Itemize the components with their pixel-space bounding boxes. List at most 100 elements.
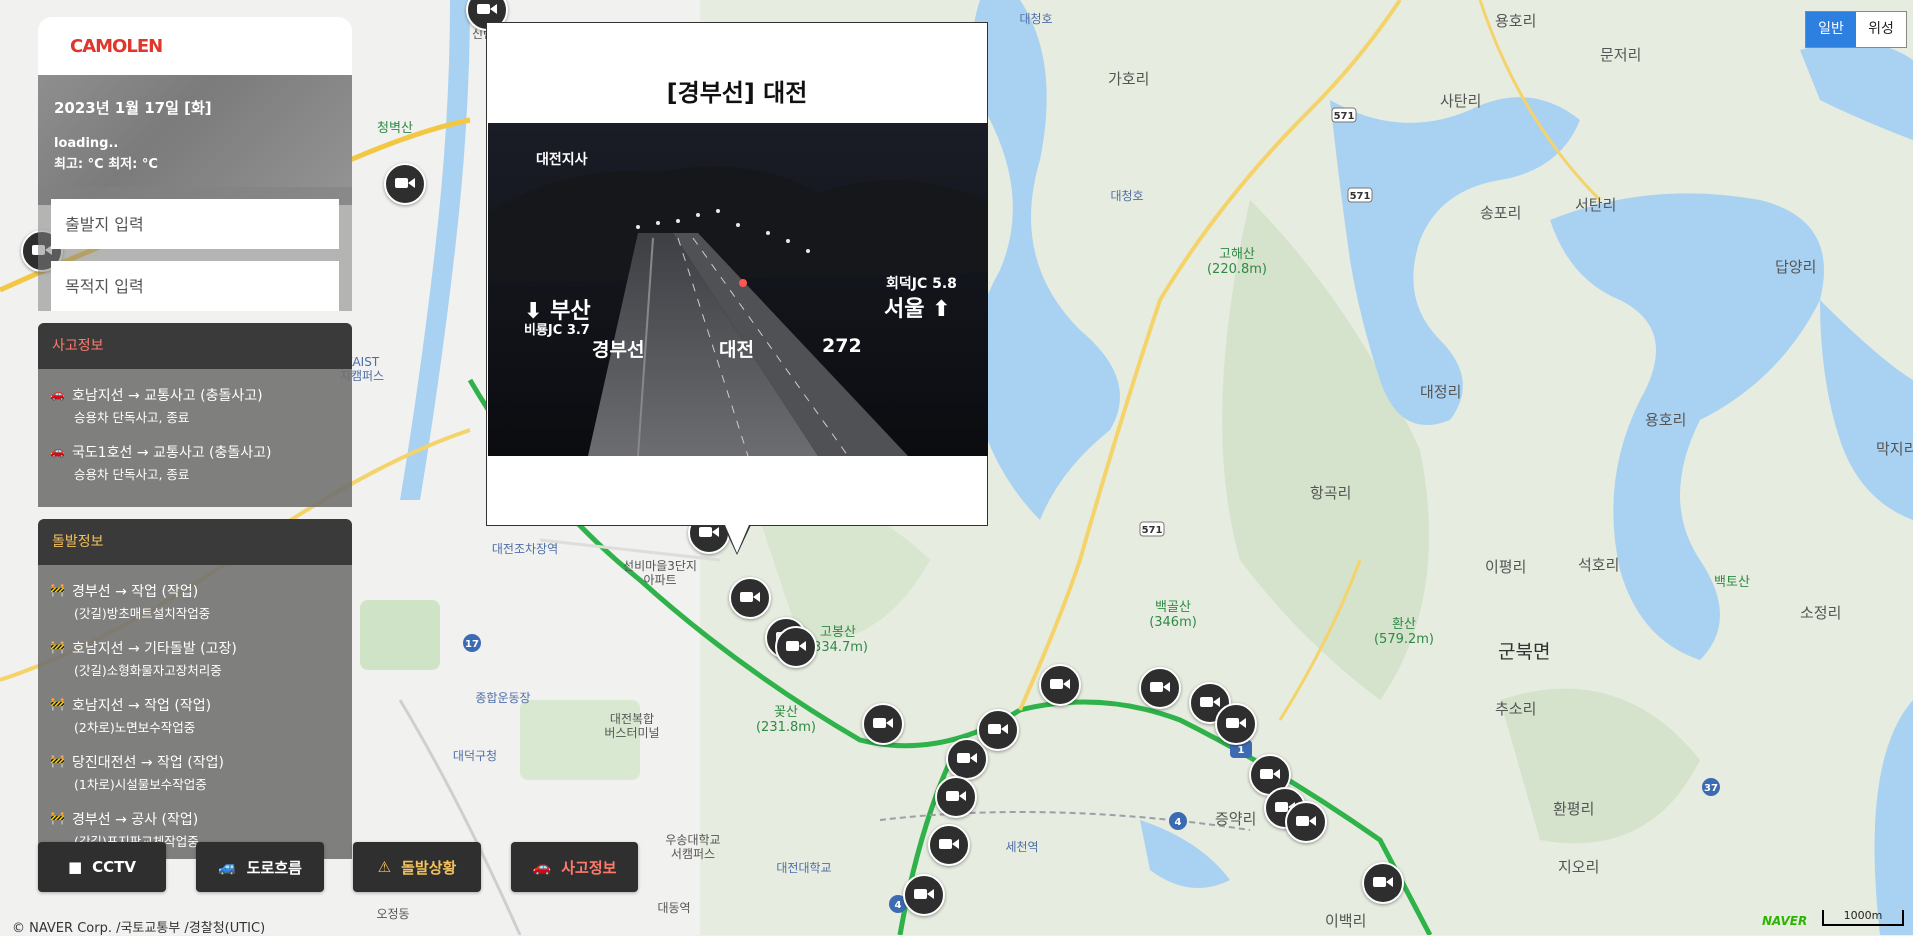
cctv-video-feed[interactable]: 대전지사 ⬇ 부산 비룡JC 3.7 회덕JC 5.8 서울 ⬆ 경부선 대전 … <box>488 123 988 456</box>
cctv-marker[interactable] <box>935 776 977 818</box>
cctv-overlay-branch: 대전지사 <box>536 152 588 168</box>
accident-panel-title: 사고정보 <box>38 323 352 369</box>
svg-text:17: 17 <box>465 639 479 650</box>
accident-item[interactable]: 🚗 호남지선 → 교통사고 (충돌사고) 승용차 단독사고, 종료 <box>50 385 342 426</box>
label-ojeong: 오정동 <box>376 907 409 921</box>
traffic-flow-button-label: 도로흐름 <box>246 858 302 877</box>
accident-item[interactable]: 🚗 국도1호선 → 교통사고 (충돌사고) 승용차 단독사고, 종료 <box>50 442 342 483</box>
label-gahori: 가호리 <box>1108 70 1149 88</box>
label-ibaekri: 이백리 <box>1325 912 1366 930</box>
cctv-overlay-road: 경부선 <box>592 339 645 361</box>
label-daedong: 대동역 <box>657 901 690 915</box>
cctv-marker[interactable] <box>862 703 904 745</box>
label-seokhori: 석호리 <box>1578 556 1619 574</box>
cctv-marker[interactable] <box>1215 703 1257 745</box>
cctv-marker[interactable] <box>1039 664 1081 706</box>
label-jeungyakri: 증약리 <box>1215 810 1256 828</box>
car-crash-icon: 🚗 <box>532 858 552 876</box>
label-seotanri: 서탄리 <box>1575 196 1616 214</box>
label-sejeon: 세천역 <box>1005 839 1038 854</box>
incident-item-title: 경부선 → 작업 (작업) <box>72 584 199 600</box>
weather-status: loading.. <box>54 136 119 151</box>
route-search <box>38 187 352 311</box>
label-songpori: 송포리 <box>1480 204 1521 222</box>
label-dapyangri: 답양리 <box>1775 258 1816 276</box>
cctv-marker[interactable] <box>903 874 945 916</box>
accident-panel: 사고정보 🚗 호남지선 → 교통사고 (충돌사고) 승용차 단독사고, 종료 🚗… <box>38 323 352 507</box>
label-jiori: 지오리 <box>1558 858 1599 876</box>
cctv-marker[interactable] <box>775 626 817 668</box>
label-sataeri: 사탄리 <box>1440 92 1481 110</box>
current-date: 2023년 1월 17일 [화] <box>54 99 212 117</box>
incident-item[interactable]: 🚧 호남지선 → 작업 (작업) (2차로)노면보수작업중 <box>50 695 342 736</box>
traffic-flow-button[interactable]: 🚙 도로흐름 <box>196 842 324 892</box>
car-icon: 🚙 <box>218 858 237 876</box>
accident-button[interactable]: 🚗 사고정보 <box>511 842 638 892</box>
label-usong: 우송대학교 서캠퍼스 <box>665 833 720 861</box>
incident-item-desc: (갓길)방초매트설치작업중 <box>74 606 211 621</box>
incident-panel[interactable]: 돌발정보 🚧 경부선 → 작업 (작업) (갓길)방초매트설치작업중 🚧 호남지… <box>38 519 352 859</box>
cctv-overlay-biryong: 비룡JC 3.7 <box>524 323 590 338</box>
map-scale: 1000m <box>1822 910 1904 926</box>
incident-panel-title: 돌발정보 <box>38 519 352 565</box>
map-type-toggle: 일반 위성 <box>1805 11 1907 48</box>
incident-item-desc: (1차로)시설물보수작업중 <box>74 777 207 792</box>
label-gunbukmyeon: 군북면 <box>1498 641 1550 663</box>
incident-item-title: 당진대전선 → 작업 (작업) <box>72 755 224 771</box>
incident-item-desc: (갓길)소형화물자고장처리중 <box>74 663 222 678</box>
label-daecheongho2: 대청호 <box>1019 12 1052 26</box>
cctv-marker[interactable] <box>928 824 970 866</box>
cctv-popup: [경부선] 대전 대전지사 ⬇ 부산 비룡JC 3.7 회덕JC 5.8 서울 … <box>486 22 988 555</box>
popup-title: [경부선] 대전 <box>666 79 808 107</box>
incident-item-title: 호남지선 → 기타돌발 (고장) <box>72 641 237 657</box>
cctv-button[interactable]: ■ CCTV <box>38 842 166 892</box>
label-yonghori2: 용호리 <box>1645 411 1686 429</box>
cctv-marker[interactable] <box>977 709 1019 751</box>
cctv-overlay-seoul: 서울 ⬆ <box>884 297 951 322</box>
departure-input[interactable] <box>51 199 339 249</box>
cctv-overlay-place: 대전 <box>719 339 754 361</box>
accident-item-desc: 승용차 단독사고, 종료 <box>74 410 190 425</box>
video-camera-icon: ■ <box>67 858 83 876</box>
svg-text:571: 571 <box>1142 525 1163 536</box>
incident-button[interactable]: ⚠ 돌발상황 <box>353 842 481 892</box>
logo-area: CAMOLEN <box>38 17 352 75</box>
cctv-marker[interactable] <box>384 163 426 205</box>
car-icon: 🚗 <box>50 444 65 458</box>
popup-pointer-inner <box>725 525 749 553</box>
svg-text:37: 37 <box>1704 783 1718 794</box>
incident-item[interactable]: 🚧 당진대전선 → 작업 (작업) (1차로)시설물보수작업중 <box>50 752 342 793</box>
naver-logo[interactable]: NAVER <box>1762 914 1807 928</box>
accident-item-title: 국도1호선 → 교통사고 (충돌사고) <box>72 445 272 461</box>
incident-button-label: 돌발상황 <box>401 858 457 877</box>
label-jonghap: 종합운동장 <box>475 691 530 705</box>
accident-item-title: 호남지선 → 교통사고 (충돌사고) <box>72 388 263 404</box>
incident-item-title: 호남지선 → 작업 (작업) <box>72 698 212 714</box>
label-baekgolsan: 백골산 (346m) <box>1149 600 1197 630</box>
svg-text:4: 4 <box>1175 817 1182 828</box>
label-chusori: 추소리 <box>1495 700 1536 718</box>
label-daejeongri: 대정리 <box>1420 383 1461 401</box>
svg-text:4: 4 <box>895 900 902 911</box>
svg-text:571: 571 <box>1334 111 1355 122</box>
label-bokhap: 대전복합 버스터미널 <box>604 712 659 740</box>
cctv-marker[interactable] <box>1362 862 1404 904</box>
cctv-marker[interactable] <box>1139 667 1181 709</box>
accident-item-desc: 승용차 단독사고, 종료 <box>74 467 190 482</box>
construction-icon: 🚧 <box>50 583 65 597</box>
warning-icon: ⚠ <box>377 858 392 876</box>
cctv-marker[interactable] <box>729 577 771 619</box>
incident-item[interactable]: 🚧 경부선 → 작업 (작업) (갓길)방초매트설치작업중 <box>50 581 342 622</box>
destination-input[interactable] <box>51 261 339 311</box>
map-type-normal-button[interactable]: 일반 <box>1806 12 1856 47</box>
cctv-marker[interactable] <box>1285 801 1327 843</box>
incident-item-title: 경부선 → 공사 (작업) <box>72 812 199 828</box>
sidebar: CAMOLEN 2023년 1월 17일 [화] loading.. 최고: °… <box>38 17 352 859</box>
map-type-satellite-button[interactable]: 위성 <box>1856 12 1906 47</box>
svg-text:1: 1 <box>1238 745 1245 756</box>
app-logo[interactable]: CAMOLEN <box>70 36 163 57</box>
construction-icon: 🚧 <box>50 640 65 654</box>
cctv-button-label: CCTV <box>92 858 137 876</box>
incident-item[interactable]: 🚧 호남지선 → 기타돌발 (고장) (갓길)소형화물자고장처리중 <box>50 638 342 679</box>
label-cheongbyeoksan: 청벽산 <box>377 121 413 136</box>
